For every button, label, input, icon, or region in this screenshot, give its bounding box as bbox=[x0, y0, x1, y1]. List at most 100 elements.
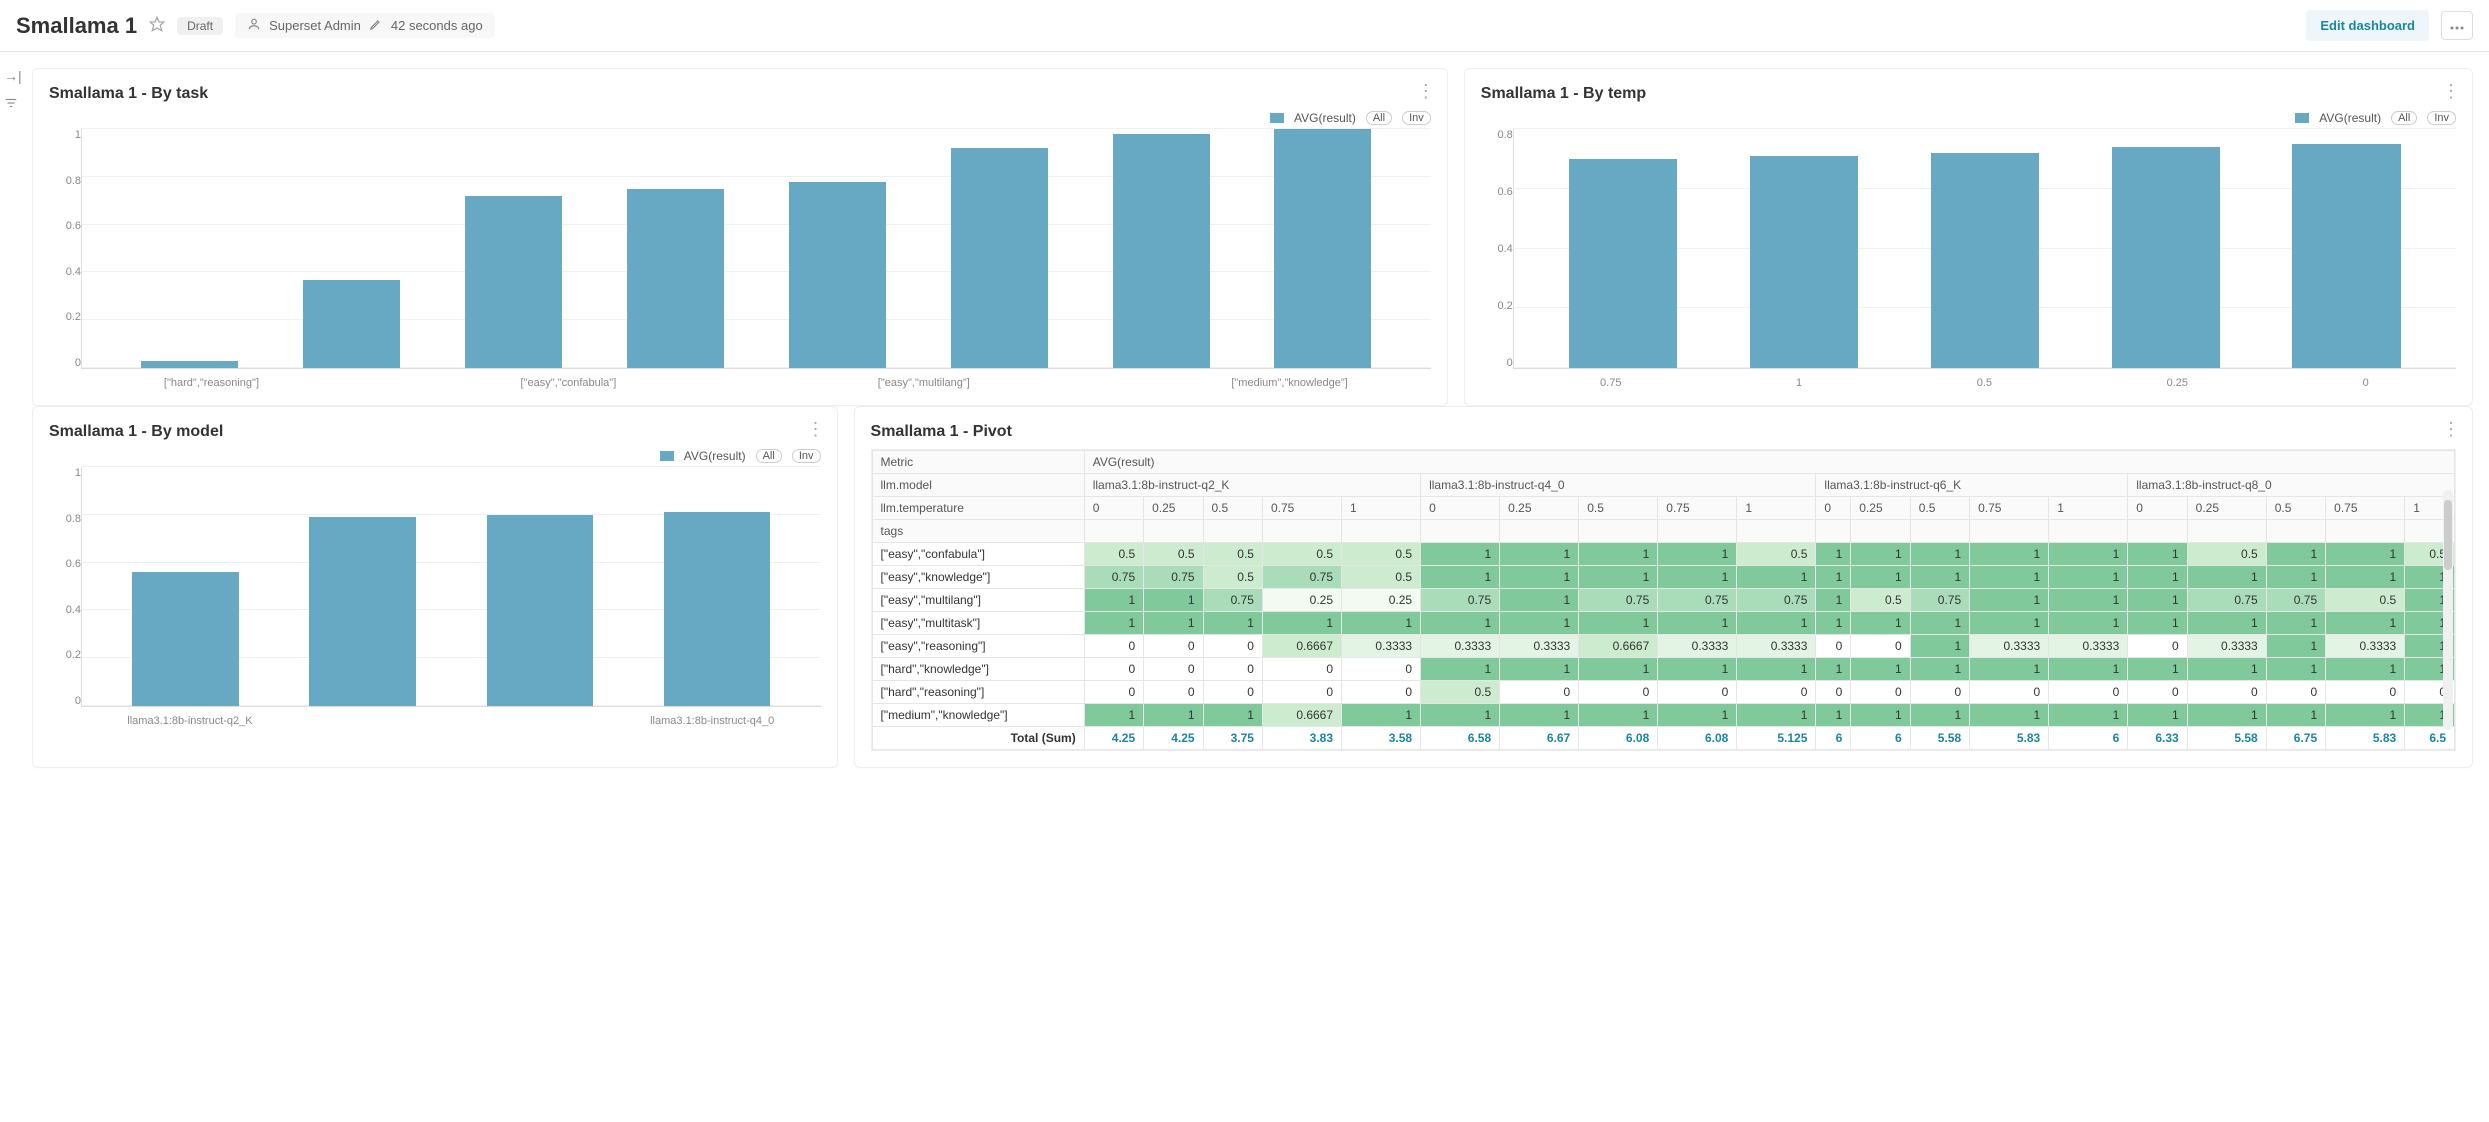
pivot-cell: 0 bbox=[2049, 681, 2128, 704]
pivot-cell: 0.75 bbox=[1421, 589, 1500, 612]
chart-legend: AVG(result) All Inv bbox=[1481, 111, 2456, 125]
panel-more-icon[interactable]: ⋮ bbox=[2442, 81, 2460, 102]
pivot-temp-col: 0 bbox=[1816, 497, 1851, 520]
y-tick: 0.8 bbox=[1497, 129, 1512, 141]
legend-swatch bbox=[660, 451, 674, 461]
pivot-model-hdr: llm.model bbox=[872, 474, 1084, 497]
table-row: ["easy","multilang"]110.750.250.250.7510… bbox=[872, 589, 2454, 612]
pivot-cell: 1 bbox=[1500, 589, 1579, 612]
pivot-model-col: llama3.1:8b-instruct-q2_K bbox=[1084, 474, 1420, 497]
pivot-total-cell: 6.58 bbox=[1421, 727, 1500, 750]
pivot-cell: 1 bbox=[2326, 566, 2405, 589]
pivot-model-col: llama3.1:8b-instruct-q4_0 bbox=[1421, 474, 1816, 497]
panel-more-icon[interactable]: ⋮ bbox=[2442, 419, 2460, 440]
bar[interactable] bbox=[1750, 156, 1859, 368]
dashboard-more-button[interactable] bbox=[2441, 11, 2473, 40]
pivot-table-wrap[interactable]: MetricAVG(result)llm.modelllama3.1:8b-in… bbox=[871, 449, 2456, 751]
pivot-total-cell: 4.25 bbox=[1084, 727, 1143, 750]
chart-legend: AVG(result) All Inv bbox=[49, 449, 821, 463]
pivot-cell: 1 bbox=[2187, 658, 2266, 681]
bar[interactable] bbox=[1113, 134, 1210, 368]
pivot-cell: 1 bbox=[2049, 543, 2128, 566]
bar[interactable] bbox=[1931, 153, 2040, 368]
pivot-cell: 0 bbox=[1816, 635, 1851, 658]
bar-chart-by-model: 10.80.60.40.20 llama3.1:8b-instruct-q2_K… bbox=[49, 467, 821, 727]
filter-icon[interactable] bbox=[4, 96, 20, 113]
pivot-cell: 0 bbox=[1910, 681, 1969, 704]
legend-inv-button[interactable]: Inv bbox=[1402, 111, 1431, 125]
legend-swatch bbox=[1270, 113, 1284, 123]
pivot-cell: 1 bbox=[1500, 543, 1579, 566]
pivot-cell: 0.5 bbox=[1203, 566, 1262, 589]
bar[interactable] bbox=[789, 182, 886, 368]
pivot-temp-col: 0.75 bbox=[1970, 497, 2049, 520]
y-tick: 0.4 bbox=[66, 266, 81, 278]
pivot-cell: 0.75 bbox=[1737, 589, 1816, 612]
legend-all-button[interactable]: All bbox=[2391, 111, 2417, 125]
pivot-panel: Smallama 1 - Pivot ⋮ MetricAVG(result)ll… bbox=[854, 406, 2473, 768]
legend-inv-button[interactable]: Inv bbox=[2427, 111, 2456, 125]
pivot-cell: 1 bbox=[1084, 612, 1143, 635]
pivot-cell: 0 bbox=[1084, 658, 1143, 681]
pivot-total-cell: 6 bbox=[1851, 727, 1910, 750]
pivot-cell: 1 bbox=[1851, 612, 1910, 635]
expand-panel-icon[interactable]: →| bbox=[4, 68, 20, 84]
pivot-temp-col: 0.5 bbox=[1910, 497, 1969, 520]
pivot-cell: 1 bbox=[1910, 566, 1969, 589]
pivot-cell: 1 bbox=[2128, 543, 2187, 566]
table-row: ["easy","reasoning"]0000.66670.33330.333… bbox=[872, 635, 2454, 658]
pivot-totals-label: Total (Sum) bbox=[872, 727, 1084, 750]
pivot-temp-col: 0.25 bbox=[1851, 497, 1910, 520]
bar[interactable] bbox=[132, 572, 238, 706]
pivot-cell: 0 bbox=[1262, 681, 1341, 704]
bar[interactable] bbox=[951, 148, 1048, 368]
legend-all-button[interactable]: All bbox=[756, 449, 782, 463]
bar[interactable] bbox=[2292, 144, 2401, 368]
bar[interactable] bbox=[309, 517, 415, 706]
bar[interactable] bbox=[627, 189, 724, 368]
bar[interactable] bbox=[141, 361, 238, 368]
pivot-cell: 1 bbox=[1500, 658, 1579, 681]
pivot-cell: 1 bbox=[1816, 543, 1851, 566]
legend-inv-button[interactable]: Inv bbox=[792, 449, 821, 463]
pivot-cell: 1 bbox=[2326, 543, 2405, 566]
pivot-cell: 0.6667 bbox=[1262, 704, 1341, 727]
pivot-total-cell: 6.75 bbox=[2266, 727, 2325, 750]
panel-title: Smallama 1 - By temp bbox=[1481, 85, 2456, 103]
x-tick: ["medium","knowledge"] bbox=[1231, 377, 1348, 389]
pivot-cell: 1 bbox=[1421, 543, 1500, 566]
pivot-cell: 0.3333 bbox=[2326, 635, 2405, 658]
pivot-cell: 0 bbox=[1500, 681, 1579, 704]
pivot-cell: 1 bbox=[2266, 566, 2325, 589]
panel-more-icon[interactable]: ⋮ bbox=[807, 419, 825, 440]
edit-dashboard-button[interactable]: Edit dashboard bbox=[2306, 10, 2429, 41]
pivot-cell: 0.5 bbox=[1144, 543, 1203, 566]
favorite-star-icon[interactable] bbox=[149, 16, 165, 35]
owner-meta: Superset Admin 42 seconds ago bbox=[235, 13, 495, 38]
bar[interactable] bbox=[303, 280, 400, 368]
panel-title: Smallama 1 - By model bbox=[49, 423, 821, 441]
table-row: ["hard","reasoning"]000000.5000000000000… bbox=[872, 681, 2454, 704]
pivot-cell: 0.5 bbox=[1262, 543, 1341, 566]
panel-more-icon[interactable]: ⋮ bbox=[1417, 81, 1435, 102]
table-row: ["easy","multitask"]11111111111111111111 bbox=[872, 612, 2454, 635]
bar[interactable] bbox=[1274, 129, 1371, 368]
pivot-cell: 0 bbox=[1262, 658, 1341, 681]
y-tick: 0.4 bbox=[1497, 243, 1512, 255]
vertical-scrollbar[interactable] bbox=[2443, 490, 2453, 730]
bar[interactable] bbox=[487, 515, 593, 706]
bar[interactable] bbox=[2112, 147, 2221, 368]
pivot-cell: 0.75 bbox=[2266, 589, 2325, 612]
legend-all-button[interactable]: All bbox=[1366, 111, 1392, 125]
pivot-total-cell: 3.75 bbox=[1203, 727, 1262, 750]
bar[interactable] bbox=[465, 196, 562, 368]
pivot-cell: 0.6667 bbox=[1262, 635, 1341, 658]
pivot-cell: 1 bbox=[1816, 589, 1851, 612]
bar[interactable] bbox=[1569, 159, 1678, 368]
x-tick: ["easy","confabula"] bbox=[521, 377, 617, 389]
pivot-cell: 0 bbox=[1737, 681, 1816, 704]
table-row: ["easy","confabula"]0.50.50.50.50.511110… bbox=[872, 543, 2454, 566]
bar[interactable] bbox=[664, 512, 770, 706]
pivot-cell: 1 bbox=[2266, 704, 2325, 727]
pivot-cell: 1 bbox=[1084, 589, 1143, 612]
